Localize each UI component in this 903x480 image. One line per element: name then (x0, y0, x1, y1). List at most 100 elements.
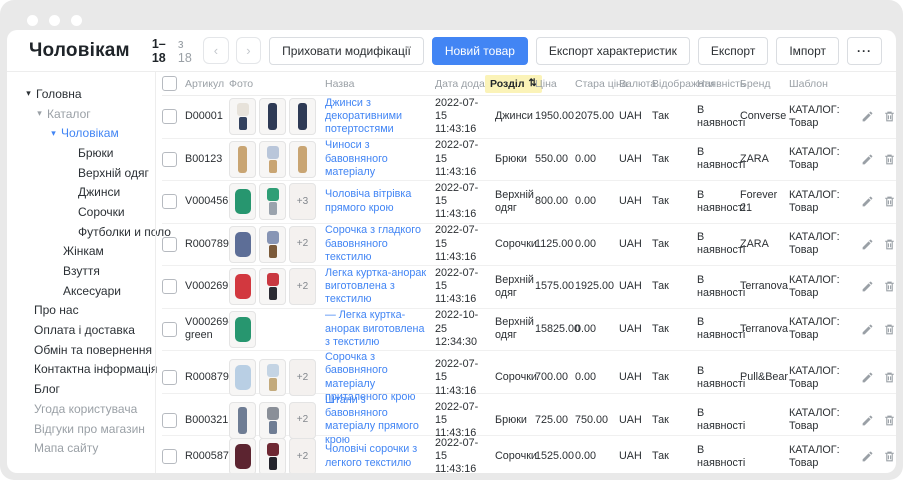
sidebar-item-bryuky[interactable]: Брюки (7, 143, 155, 163)
product-name-link[interactable]: Штани з бавовняного матеріалу прямого кр… (325, 394, 429, 448)
brand-cell: Converse (740, 110, 789, 123)
template-cell: КАТАЛОГ: Товар (789, 189, 857, 215)
actions-cell (857, 450, 895, 464)
display-cell: Так (652, 238, 697, 251)
category-tree-sidebar: ▾Головна ▾Каталог ▾Чоловікам Брюки Верхн… (7, 72, 155, 473)
row-checkbox[interactable] (162, 370, 177, 385)
product-name-link[interactable]: Чоловічі сорочки з легкого текстилю (325, 443, 429, 470)
actions-cell (857, 237, 895, 251)
sidebar-item-vzuttya[interactable]: Взуття (7, 261, 155, 281)
column-header-sku[interactable]: Артикул (185, 78, 229, 90)
sidebar-item-aksesuary[interactable]: Аксесуари (7, 281, 155, 301)
price-cell: 15825.00 (535, 323, 575, 336)
sidebar-item-sorochky[interactable]: Сорочки (7, 202, 155, 222)
column-header-price[interactable]: Ціна (535, 78, 575, 90)
sort-by-section-chip[interactable]: Розділ⇅ (485, 75, 542, 93)
delete-icon[interactable] (883, 371, 896, 385)
product-name-link[interactable]: Чоловіча вітрівка прямого крою (325, 188, 429, 215)
row-checkbox[interactable] (162, 237, 177, 252)
row-checkbox[interactable] (162, 413, 177, 428)
column-header-currency[interactable]: Валюта (619, 78, 652, 90)
select-all-checkbox[interactable] (162, 76, 177, 91)
product-name-link[interactable]: Сорочка з гладкого бавовняного текстилю (325, 224, 429, 264)
delete-icon[interactable] (883, 413, 896, 427)
sidebar-item-katalog[interactable]: ▾Каталог (7, 104, 155, 124)
column-header-template[interactable]: Шаблон (789, 78, 857, 90)
sidebar-item-blog[interactable]: Блог (7, 379, 155, 399)
export-button[interactable]: Експорт (698, 37, 768, 65)
display-cell: Так (652, 153, 697, 166)
row-checkbox[interactable] (162, 109, 177, 124)
delete-icon[interactable] (883, 110, 896, 124)
edit-icon[interactable] (861, 110, 874, 124)
sidebar-item-vidguky-pro-magazyn[interactable]: Відгуки про магазин (7, 419, 155, 439)
column-header-old-price[interactable]: Стара ціна (575, 78, 619, 90)
edit-icon[interactable] (861, 280, 874, 294)
delete-icon[interactable] (883, 280, 896, 294)
window-controls (27, 15, 82, 26)
prev-page-button[interactable]: ‹ (203, 37, 228, 64)
chevron-down-icon: ▾ (23, 88, 34, 99)
product-name-link[interactable]: Джинси з декоративними потертостями (325, 97, 429, 137)
export-characteristics-button[interactable]: Експорт характеристик (536, 37, 690, 65)
stock-cell: В наявності (697, 274, 740, 300)
price-cell: 725.00 (535, 414, 575, 427)
row-checkbox[interactable] (162, 322, 177, 337)
sidebar-item-kontaktna-informatsiya[interactable]: Контактна інформація (7, 360, 155, 380)
product-name-link[interactable]: Чиноси з бавовняного матеріалу (325, 139, 429, 179)
next-page-button[interactable]: › (236, 37, 261, 64)
more-actions-button[interactable]: ··· (847, 37, 882, 65)
delete-icon[interactable] (883, 152, 896, 166)
edit-icon[interactable] (861, 413, 874, 427)
date-cell: 2022-07-1511:43:16 (435, 401, 495, 441)
sidebar-item-dzhynsy[interactable]: Джинси (7, 182, 155, 202)
delete-icon[interactable] (883, 450, 896, 464)
sidebar-item-ugoda-korystuvacha[interactable]: Угода користувача (7, 399, 155, 419)
old-price-cell: 0.00 (575, 323, 619, 336)
more-photos-badge: +3 (289, 183, 316, 220)
table-row: R000789 +2 Сорочка з гладкого бавовняног… (162, 224, 896, 267)
pagination-range: 1–18 (152, 37, 174, 65)
template-cell: КАТАЛОГ: Товар (789, 316, 857, 342)
actions-cell (857, 322, 895, 336)
date-cell: 2022-07-1511:43:16 (435, 437, 495, 473)
row-checkbox[interactable] (162, 279, 177, 294)
new-product-button[interactable]: Новий товар (432, 37, 528, 65)
edit-icon[interactable] (861, 152, 874, 166)
sidebar-item-futbolky-polo[interactable]: Футболки и поло (7, 222, 155, 242)
sidebar-item-cholovikam[interactable]: ▾Чоловікам (7, 123, 155, 143)
product-photo (259, 268, 286, 305)
sidebar-item-verkhniy-odyag[interactable]: Верхній одяг (7, 163, 155, 183)
sidebar-item-mapa-saytu[interactable]: Мапа сайту (7, 438, 155, 458)
row-checkbox[interactable] (162, 152, 177, 167)
sidebar-item-golovna[interactable]: ▾Головна (7, 84, 155, 104)
more-photos-badge: +2 (289, 402, 316, 439)
product-name-link[interactable]: Легка куртка-анорак виготовлена з тексти… (325, 267, 429, 307)
sidebar-item-obmin-povernennya[interactable]: Обмін та повернення (7, 340, 155, 360)
delete-icon[interactable] (883, 322, 896, 336)
edit-icon[interactable] (861, 195, 874, 209)
window-dot-icon (71, 15, 82, 26)
sidebar-item-zhinkam[interactable]: Жінкам (7, 242, 155, 262)
row-checkbox[interactable] (162, 449, 177, 464)
edit-icon[interactable] (861, 322, 874, 336)
edit-icon[interactable] (861, 450, 874, 464)
actions-cell (857, 371, 895, 385)
window-dot-icon (27, 15, 38, 26)
column-header-stock[interactable]: Наявність (697, 78, 740, 90)
table-row: V000456 +3 Чоловіча вітрівка прямого кро… (162, 181, 896, 224)
delete-icon[interactable] (883, 195, 896, 209)
sidebar-item-oplata-dostavka[interactable]: Оплата і доставка (7, 320, 155, 340)
column-header-brand[interactable]: Бренд (740, 78, 789, 90)
product-name-link[interactable]: — Легка куртка-анорак виготовлена з текс… (325, 309, 429, 349)
old-price-cell: 750.00 (575, 414, 619, 427)
edit-icon[interactable] (861, 371, 874, 385)
delete-icon[interactable] (883, 237, 896, 251)
import-button[interactable]: Імпорт (776, 37, 839, 65)
hide-modifications-button[interactable]: Приховати модифікації (269, 37, 424, 65)
sidebar-item-pro-nas[interactable]: Про нас (7, 301, 155, 321)
column-header-display[interactable]: Відображати (652, 78, 697, 90)
column-header-name[interactable]: Назва (325, 78, 435, 90)
row-checkbox[interactable] (162, 194, 177, 209)
edit-icon[interactable] (861, 237, 874, 251)
